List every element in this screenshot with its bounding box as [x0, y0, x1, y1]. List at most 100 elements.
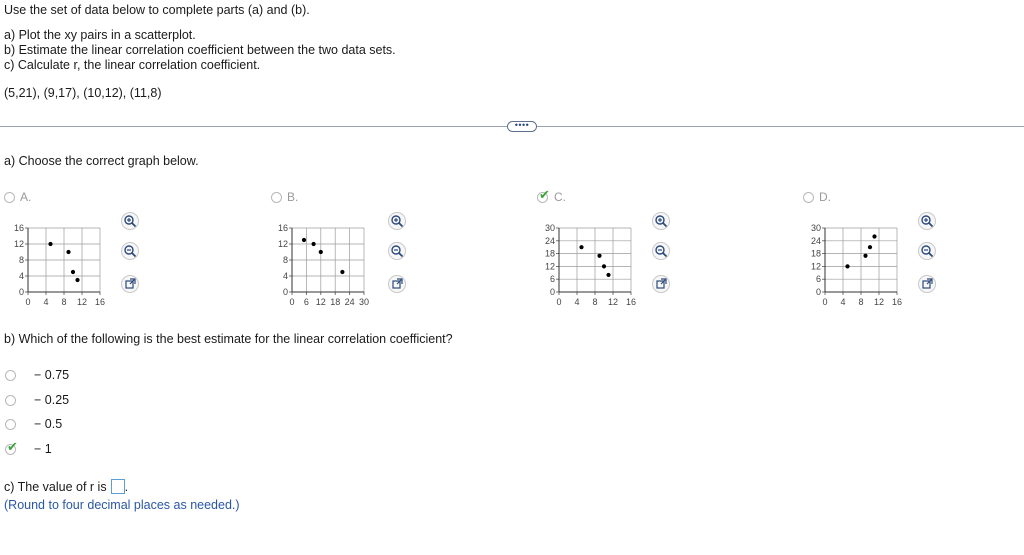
question-c-prompt: c) The value of r is: [4, 480, 107, 494]
x-tick-label: 8: [592, 297, 597, 307]
data-point: [70, 269, 76, 275]
data-point: [48, 241, 53, 247]
y-tick-label: 0: [283, 287, 288, 297]
y-tick-label: 6: [816, 274, 821, 284]
y-tick-label: 8: [283, 255, 288, 265]
x-tick-label: 4: [840, 297, 845, 307]
question-b-prompt: b) Which of the following is the best es…: [4, 332, 453, 346]
option-d-letter: D.: [819, 190, 831, 204]
y-tick-label: 4: [19, 271, 24, 281]
expand-icon[interactable]: [918, 275, 936, 293]
option-c-letter: C.: [554, 190, 566, 204]
y-tick-label: 30: [811, 223, 821, 233]
zoom-in-icon[interactable]: [388, 212, 406, 230]
x-tick-label: 4: [574, 297, 579, 307]
zoom-out-icon[interactable]: [388, 242, 406, 260]
option-a-radio[interactable]: [4, 192, 15, 203]
x-tick-label: 0: [822, 297, 827, 307]
question-c-row: c) The value of r is.: [4, 479, 128, 495]
y-tick-label: 4: [283, 271, 288, 281]
data-point: [601, 264, 607, 269]
x-tick-label: 12: [608, 297, 618, 307]
data-pairs: (5,21), (9,17), (10,12), (11,8): [4, 86, 162, 100]
data-point: [606, 272, 611, 278]
y-tick-label: 0: [816, 287, 821, 297]
x-tick-label: 4: [43, 297, 48, 307]
data-point: [579, 245, 584, 250]
expand-icon[interactable]: [652, 275, 670, 293]
option-neg075-radio[interactable]: [5, 370, 16, 381]
option-neg025-label: − 0.25: [34, 393, 70, 407]
x-tick-label: 12: [316, 297, 326, 307]
option-neg05-radio[interactable]: [5, 419, 16, 430]
zoom-out-icon[interactable]: [652, 242, 670, 260]
data-point: [340, 269, 345, 275]
y-tick-label: 12: [14, 239, 24, 249]
y-tick-label: 12: [545, 261, 555, 271]
scatter-chart-b: 0 6 12 18 24 300481216: [278, 223, 369, 307]
data-point: [867, 245, 873, 250]
zoom-in-icon[interactable]: [918, 212, 936, 230]
y-tick-label: 0: [19, 287, 24, 297]
question-a-prompt: a) Choose the correct graph below.: [4, 154, 199, 168]
x-tick-label: 0: [556, 297, 561, 307]
y-tick-label: 24: [811, 236, 821, 246]
data-point: [872, 234, 877, 239]
y-tick-label: 16: [14, 223, 24, 233]
x-tick-label: 16: [626, 297, 636, 307]
x-tick-label: 6: [304, 297, 309, 307]
x-tick-label: 16: [892, 297, 902, 307]
option-neg05-label: − 0.5: [34, 417, 63, 431]
y-tick-label: 16: [278, 223, 288, 233]
part-c-text: c) Calculate r, the linear correlation c…: [4, 58, 261, 72]
option-b-radio[interactable]: [271, 192, 282, 203]
x-tick-label: 18: [330, 297, 340, 307]
option-b-letter: B.: [287, 190, 299, 204]
expand-icon[interactable]: [388, 275, 406, 293]
x-tick-label: 8: [61, 297, 66, 307]
expand-icon[interactable]: [121, 275, 139, 293]
option-a-letter: A.: [20, 190, 32, 204]
r-answer-input[interactable]: [110, 479, 125, 494]
x-tick-label: 12: [77, 297, 87, 307]
zoom-out-icon[interactable]: [918, 242, 936, 260]
y-tick-label: 12: [278, 239, 288, 249]
option-neg1-label: − 1: [34, 442, 52, 456]
data-point: [863, 253, 868, 258]
x-tick-label: 24: [345, 297, 355, 307]
zoom-in-icon[interactable]: [121, 212, 139, 230]
zoom-out-icon[interactable]: [121, 242, 139, 260]
y-tick-label: 30: [545, 223, 555, 233]
data-point: [301, 237, 307, 243]
x-tick-label: 30: [359, 297, 369, 307]
y-tick-label: 8: [19, 255, 24, 265]
data-point: [597, 253, 602, 258]
y-tick-label: 18: [545, 249, 555, 259]
zoom-in-icon[interactable]: [652, 212, 670, 230]
show-more-button[interactable]: ••••: [507, 121, 537, 132]
part-a-text: a) Plot the xy pairs in a scatterplot.: [4, 28, 196, 42]
part-b-text: b) Estimate the linear correlation coeff…: [4, 43, 396, 57]
y-tick-label: 24: [545, 236, 555, 246]
x-tick-label: 0: [289, 297, 294, 307]
instruction-text: Use the set of data below to complete pa…: [4, 3, 310, 17]
x-tick-label: 8: [858, 297, 863, 307]
x-tick-label: 16: [95, 297, 105, 307]
data-point: [75, 277, 80, 283]
scatter-chart-c: 0 4 8 12 16 0 6 12 18 24 30: [545, 223, 636, 307]
y-tick-label: 6: [550, 274, 555, 284]
data-point: [318, 249, 323, 255]
scatter-chart-d: 0 4 8 12 16 0 6 12 18 24 30: [811, 223, 902, 307]
y-tick-label: 12: [811, 261, 821, 271]
x-tick-label: 0: [25, 297, 30, 307]
data-point: [845, 264, 850, 269]
y-tick-label: 18: [811, 249, 821, 259]
option-neg025-radio[interactable]: [5, 395, 16, 406]
option-d-radio[interactable]: [803, 192, 814, 203]
scatter-chart-a: 0 4 8 12 16 0 4 8 12 16: [14, 223, 105, 307]
check-icon: ✔: [7, 439, 18, 454]
rounding-hint: (Round to four decimal places as needed.…: [4, 498, 240, 512]
x-tick-label: 12: [874, 297, 884, 307]
data-point: [66, 249, 71, 255]
y-tick-label: 0: [550, 287, 555, 297]
